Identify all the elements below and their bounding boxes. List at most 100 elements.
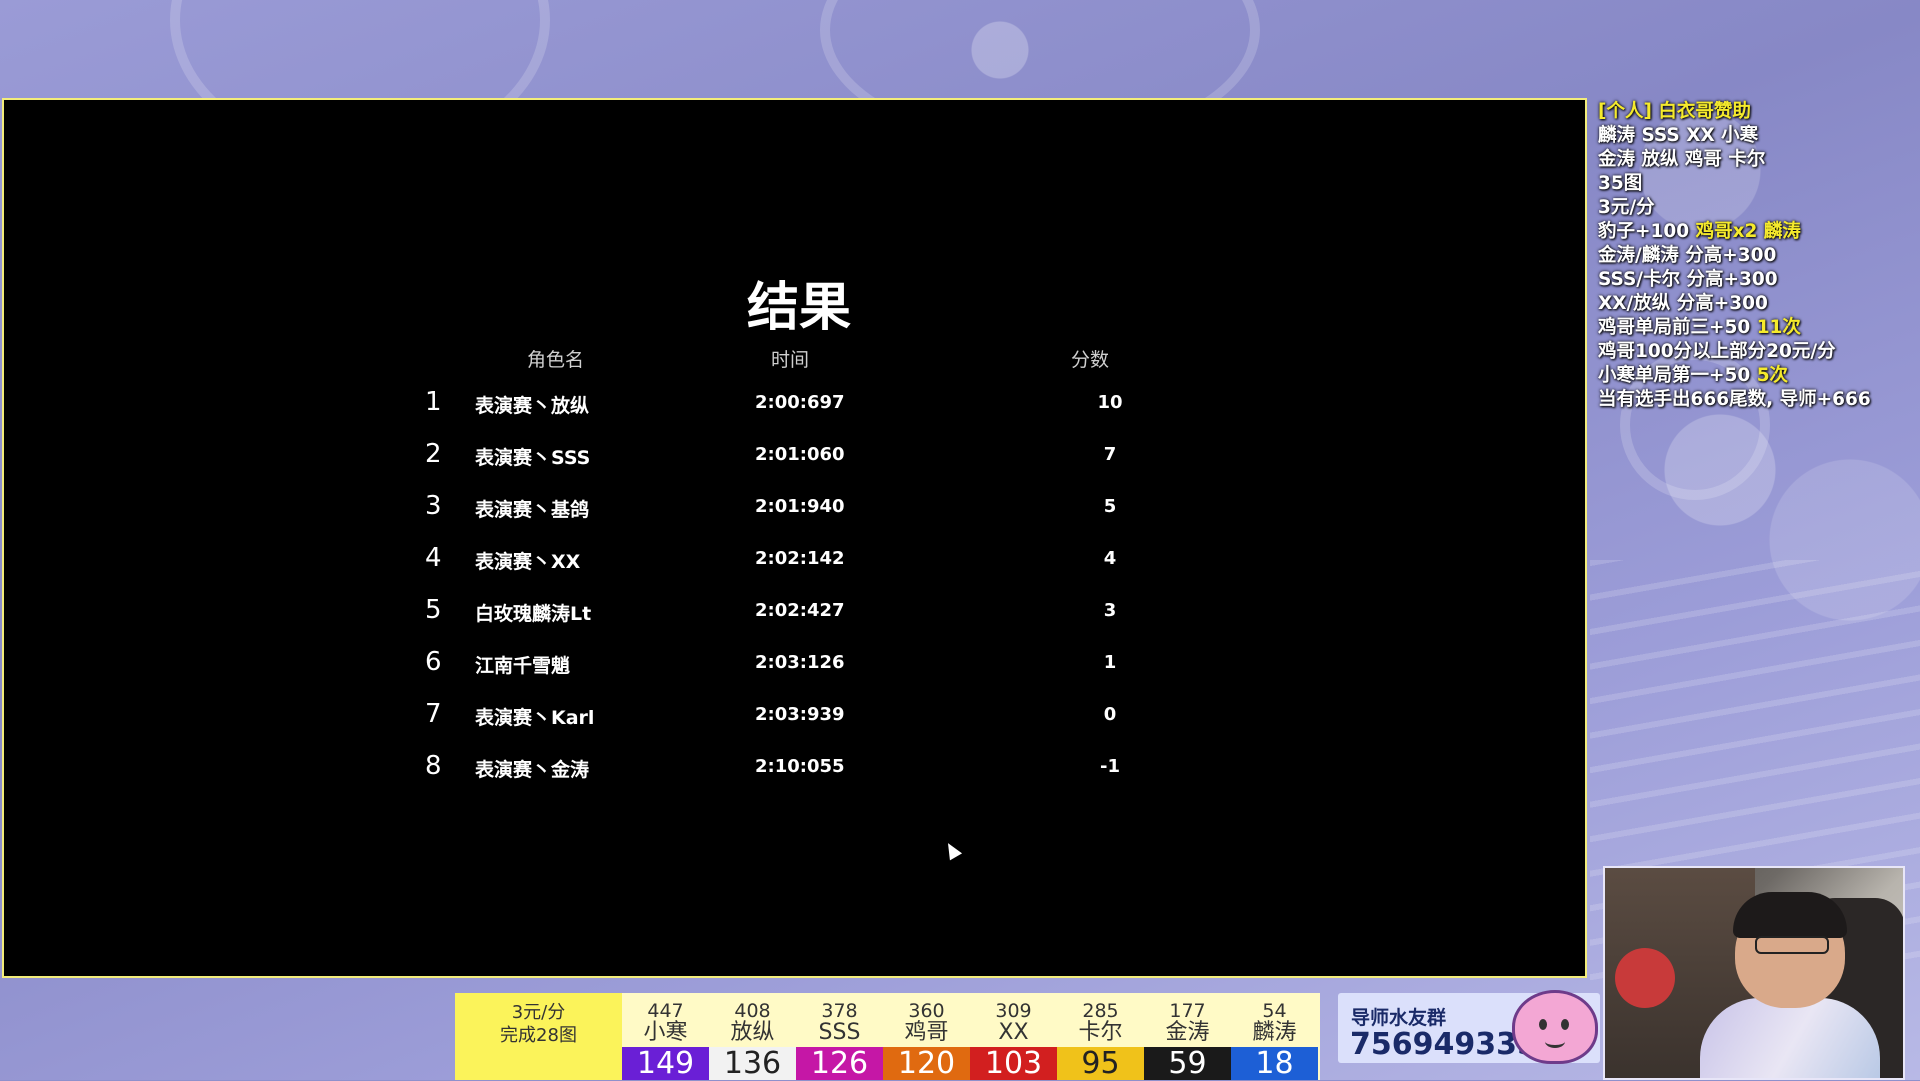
result-name: 表演赛丶Karl: [475, 707, 595, 729]
maps-completed-label: 完成28图: [500, 1025, 577, 1046]
result-score: 3: [1103, 600, 1117, 621]
result-row: 4 表演赛丶XX 2:02:142 4: [0, 543, 1300, 583]
fan-group-number: 756949335: [1350, 1027, 1538, 1062]
sponsor-line: 小寒单局第一+50 5次: [1598, 364, 1920, 388]
result-time: 2:03:939: [755, 704, 845, 725]
webcam-feed: [1603, 866, 1905, 1080]
result-time: 2:03:126: [755, 652, 845, 673]
player-total: 360: [908, 1000, 945, 1022]
sponsor-line: 豹子+100 鸡哥x2 麟涛: [1598, 220, 1920, 244]
result-rank: 2: [425, 439, 442, 469]
sponsor-overlay: [个人] 白衣哥赞助 麟涛 SSS XX 小寒 金涛 放纵 鸡哥 卡尔 35图 3元/分…: [1598, 100, 1920, 412]
player-total: 408: [734, 1000, 771, 1022]
sponsor-text: XX/放纵 分高+300: [1598, 293, 1768, 314]
player-round-score: 149: [622, 1047, 709, 1081]
result-row: 1 表演赛丶放纵 2:00:697 10: [0, 387, 1300, 427]
scoreboard-player: 360 鸡哥 120: [883, 993, 970, 1081]
player-name: 小寒: [643, 1020, 688, 1045]
result-rank: 5: [425, 595, 442, 625]
result-row: 8 表演赛丶金涛 2:10:055 -1: [0, 751, 1300, 791]
sponsor-text: 金涛 放纵 鸡哥 卡尔: [1598, 149, 1766, 170]
fan-group-label: 导师水友群: [1351, 1007, 1447, 1029]
scoreboard-player: 447 小寒 149: [622, 993, 709, 1081]
sponsor-highlight: [个人] 白衣哥赞助: [1598, 101, 1751, 122]
player-total: 177: [1169, 1000, 1206, 1022]
sponsor-text: 麟涛 SSS XX 小寒: [1598, 125, 1759, 146]
results-title: 结果: [746, 278, 851, 338]
scoreboard-player: 54 麟涛 18: [1231, 993, 1318, 1081]
game-window: [2, 98, 1587, 978]
sponsor-text: 金涛/麟涛 分高+300: [1598, 245, 1777, 266]
result-time: 2:01:940: [755, 496, 845, 517]
sponsor-line: 鸡哥单局前三+50 11次: [1598, 316, 1920, 340]
player-name: 放纵: [730, 1020, 775, 1045]
player-round-score: 103: [970, 1047, 1057, 1081]
result-score: 10: [1097, 392, 1123, 413]
result-time: 2:00:697: [755, 392, 845, 413]
player-name: 金涛: [1165, 1020, 1210, 1045]
sponsor-line: 3元/分: [1598, 196, 1920, 220]
player-total: 54: [1262, 1000, 1287, 1022]
sponsor-text: SSS/卡尔 分高+300: [1598, 269, 1778, 290]
player-total: 378: [821, 1000, 858, 1022]
sponsor-line: 麟涛 SSS XX 小寒: [1598, 124, 1920, 148]
result-rank: 7: [425, 699, 442, 729]
result-score: 7: [1103, 444, 1117, 465]
result-row: 3 表演赛丶基鸽 2:01:940 5: [0, 491, 1300, 531]
sponsor-line: 当有选手出666尾数, 导师+666: [1598, 388, 1920, 412]
sponsor-line: XX/放纵 分高+300: [1598, 292, 1920, 316]
result-rank: 4: [425, 543, 442, 573]
player-name: XX: [998, 1020, 1029, 1045]
result-rank: 8: [425, 751, 442, 781]
result-score: 4: [1103, 548, 1117, 569]
scoreboard-player: 177 金涛 59: [1144, 993, 1231, 1081]
player-round-score: 126: [796, 1047, 883, 1081]
scoreboard: 3元/分 完成28图 447 小寒 149 408 放纵 136 378 SSS…: [455, 993, 1320, 1081]
scoreboard-player: 285 卡尔 95: [1057, 993, 1144, 1081]
result-name: 表演赛丶基鸽: [475, 499, 590, 521]
result-score: 1: [1103, 652, 1117, 673]
player-name: SSS: [818, 1020, 861, 1045]
player-total: 447: [647, 1000, 684, 1022]
player-round-score: 136: [709, 1047, 796, 1081]
player-total: 309: [995, 1000, 1032, 1022]
sponsor-line: 鸡哥100分以上部分20元/分: [1598, 340, 1920, 364]
sponsor-highlight: 5次: [1756, 365, 1789, 386]
result-name: 江南千雪魈: [475, 655, 571, 677]
scoreboard-player: 378 SSS 126: [796, 993, 883, 1081]
player-round-score: 59: [1144, 1047, 1231, 1081]
player-round-score: 18: [1231, 1047, 1318, 1081]
result-name: 表演赛丶金涛: [475, 759, 590, 781]
player-name: 鸡哥: [904, 1020, 949, 1045]
result-time: 2:02:142: [755, 548, 845, 569]
sponsor-line: 35图: [1598, 172, 1920, 196]
scoreboard-info: 3元/分 完成28图: [455, 993, 622, 1080]
result-score: -1: [1100, 756, 1120, 777]
result-row: 7 表演赛丶Karl 2:03:939 0: [0, 699, 1300, 739]
result-time: 2:02:427: [755, 600, 845, 621]
player-round-score: 95: [1057, 1047, 1144, 1081]
sponsor-text: 鸡哥100分以上部分20元/分: [1598, 341, 1836, 362]
result-row: 5 白玫瑰麟涛Lt 2:02:427 3: [0, 595, 1300, 635]
result-name: 表演赛丶SSS: [475, 447, 591, 469]
player-name: 卡尔: [1078, 1020, 1123, 1045]
sponsor-line: [个人] 白衣哥赞助: [1598, 100, 1920, 124]
sponsor-line: 金涛 放纵 鸡哥 卡尔: [1598, 148, 1920, 172]
sponsor-text: 小寒单局第一+50: [1598, 365, 1757, 386]
sponsor-text: 当有选手出666尾数, 导师+666: [1598, 389, 1871, 410]
sponsor-text: 35图: [1598, 173, 1643, 194]
result-time: 2:10:055: [755, 756, 845, 777]
result-name: 表演赛丶XX: [475, 551, 581, 573]
sponsor-highlight: 11次: [1756, 317, 1801, 338]
scoreboard-player: 408 放纵 136: [709, 993, 796, 1081]
result-score: 5: [1103, 496, 1117, 517]
result-rank: 1: [425, 387, 442, 417]
rate-label: 3元/分: [511, 1002, 566, 1023]
column-header-name: 角色名: [527, 349, 585, 371]
sponsor-line: SSS/卡尔 分高+300: [1598, 268, 1920, 292]
sponsor-highlight: 鸡哥x2 麟涛: [1695, 221, 1801, 242]
player-round-score: 120: [883, 1047, 970, 1081]
result-name: 白玫瑰麟涛Lt: [475, 603, 592, 625]
sponsor-text: 豹子+100: [1598, 221, 1696, 242]
scoreboard-player: 309 XX 103: [970, 993, 1057, 1081]
